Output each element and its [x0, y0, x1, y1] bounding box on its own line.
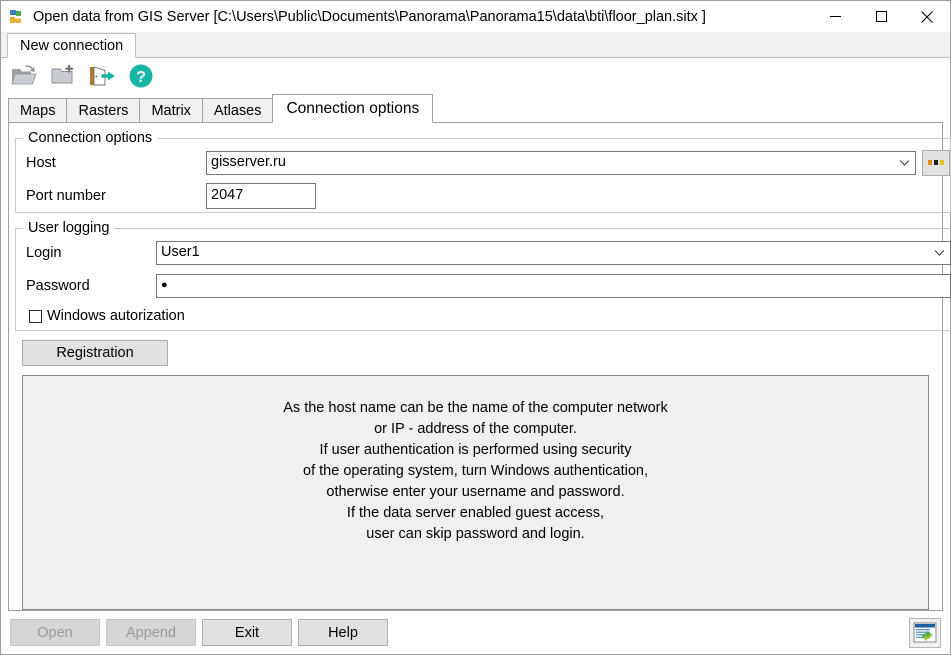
window-title: Open data from GIS Server [C:\Users\Publ… — [33, 8, 706, 25]
host-label: Host — [26, 154, 56, 171]
login-label: Login — [26, 244, 62, 261]
connection-options-group: Connection options Host gisserver.ru Por… — [15, 130, 951, 213]
document-tab-label: New connection — [20, 37, 124, 54]
host-combobox[interactable]: gisserver.ru — [206, 150, 916, 175]
chevron-down-icon — [932, 246, 946, 260]
connection-options-legend: Connection options — [28, 130, 153, 146]
login-combobox[interactable]: User1 — [156, 240, 951, 265]
host-value: gisserver.ru — [211, 154, 286, 171]
chevron-down-icon — [897, 156, 911, 170]
open-button-label: Open — [37, 624, 73, 641]
host-browse-button[interactable] — [922, 149, 950, 176]
tab-bar: Maps Rasters Matrix Atlases Connection o… — [1, 94, 950, 123]
windows-authorization-checkbox[interactable]: Windows autorization — [16, 302, 951, 330]
registration-row: Registration — [9, 331, 942, 366]
window-controls — [812, 1, 950, 32]
append-button-label: Append — [126, 624, 176, 641]
info-line-2: or IP - address of the computer. — [374, 421, 577, 437]
login-value: User1 — [161, 244, 200, 261]
title-bar: Open data from GIS Server [C:\Users\Publ… — [1, 1, 950, 32]
connection-options-page: Connection options Host gisserver.ru Por… — [8, 122, 951, 611]
tab-rasters[interactable]: Rasters — [66, 98, 141, 123]
windows-authorization-label: Windows autorization — [47, 308, 185, 324]
info-panel: As the host name can be the name of the … — [22, 375, 929, 610]
registration-button-label: Registration — [56, 345, 134, 361]
exit-button-label: Exit — [234, 624, 260, 641]
open-button[interactable]: Open — [10, 619, 100, 646]
browse-dot-2 — [934, 160, 938, 165]
browse-dot-3 — [940, 160, 944, 165]
info-line-7: user can skip password and login. — [366, 526, 585, 542]
window-refresh-icon[interactable] — [909, 617, 941, 648]
registration-button[interactable]: Registration — [22, 340, 168, 366]
help-button-label: Help — [328, 624, 358, 641]
tab-atlases[interactable]: Atlases — [201, 98, 274, 123]
document-tab-new-connection[interactable]: New connection — [7, 33, 137, 58]
tab-maps[interactable]: Maps — [8, 98, 68, 123]
password-row: Password ● — [16, 269, 951, 302]
help-question-icon[interactable]: ? — [126, 61, 156, 91]
open-folder-icon[interactable] — [9, 61, 39, 91]
port-input[interactable]: 2047 — [206, 182, 316, 209]
password-value: ● — [161, 279, 168, 291]
info-line-4: of the operating system, turn Windows au… — [303, 463, 648, 479]
info-line-1: As the host name can be the name of the … — [283, 400, 668, 416]
tab-atlases-label: Atlases — [213, 103, 262, 119]
tab-rasters-label: Rasters — [78, 103, 129, 119]
browse-dot-1 — [928, 160, 932, 165]
password-input[interactable]: ● — [156, 273, 951, 298]
tab-connection-options[interactable]: Connection options — [272, 94, 434, 123]
info-line-3: If user authentication is performed usin… — [319, 442, 632, 458]
info-line-5: otherwise enter your username and passwo… — [326, 484, 625, 500]
tab-connection-options-label: Connection options — [286, 99, 420, 117]
minimize-button[interactable] — [812, 1, 858, 32]
append-button[interactable]: Append — [106, 619, 196, 646]
tab-maps-label: Maps — [20, 103, 56, 119]
new-folder-icon[interactable] — [48, 61, 78, 91]
user-logging-legend: User logging — [28, 220, 110, 236]
host-row: Host gisserver.ru — [16, 146, 950, 179]
tab-matrix-label: Matrix — [151, 103, 191, 119]
gis-server-folder-icon — [9, 9, 25, 25]
gis-server-dialog: Open data from GIS Server [C:\Users\Publ… — [0, 0, 951, 655]
user-logging-group: User logging Login User1 Password ● Wind… — [15, 220, 951, 331]
dialog-footer: Open Append Exit Help — [1, 611, 950, 654]
port-row: Port number 2047 — [16, 179, 950, 212]
exit-door-icon[interactable] — [87, 61, 117, 91]
maximize-button[interactable] — [858, 1, 904, 32]
exit-button[interactable]: Exit — [202, 619, 292, 646]
help-button[interactable]: Help — [298, 619, 388, 646]
password-label: Password — [26, 277, 90, 294]
svg-text:?: ? — [136, 69, 146, 86]
checkbox-box-icon — [29, 309, 42, 323]
toolbar: ? — [1, 58, 950, 94]
port-value: 2047 — [211, 187, 244, 204]
port-label: Port number — [26, 187, 106, 204]
info-line-6: If the data server enabled guest access, — [346, 505, 605, 521]
document-tab-strip: New connection — [1, 32, 950, 58]
login-row: Login User1 — [16, 236, 951, 269]
tab-matrix[interactable]: Matrix — [139, 98, 203, 123]
close-button[interactable] — [904, 1, 950, 32]
